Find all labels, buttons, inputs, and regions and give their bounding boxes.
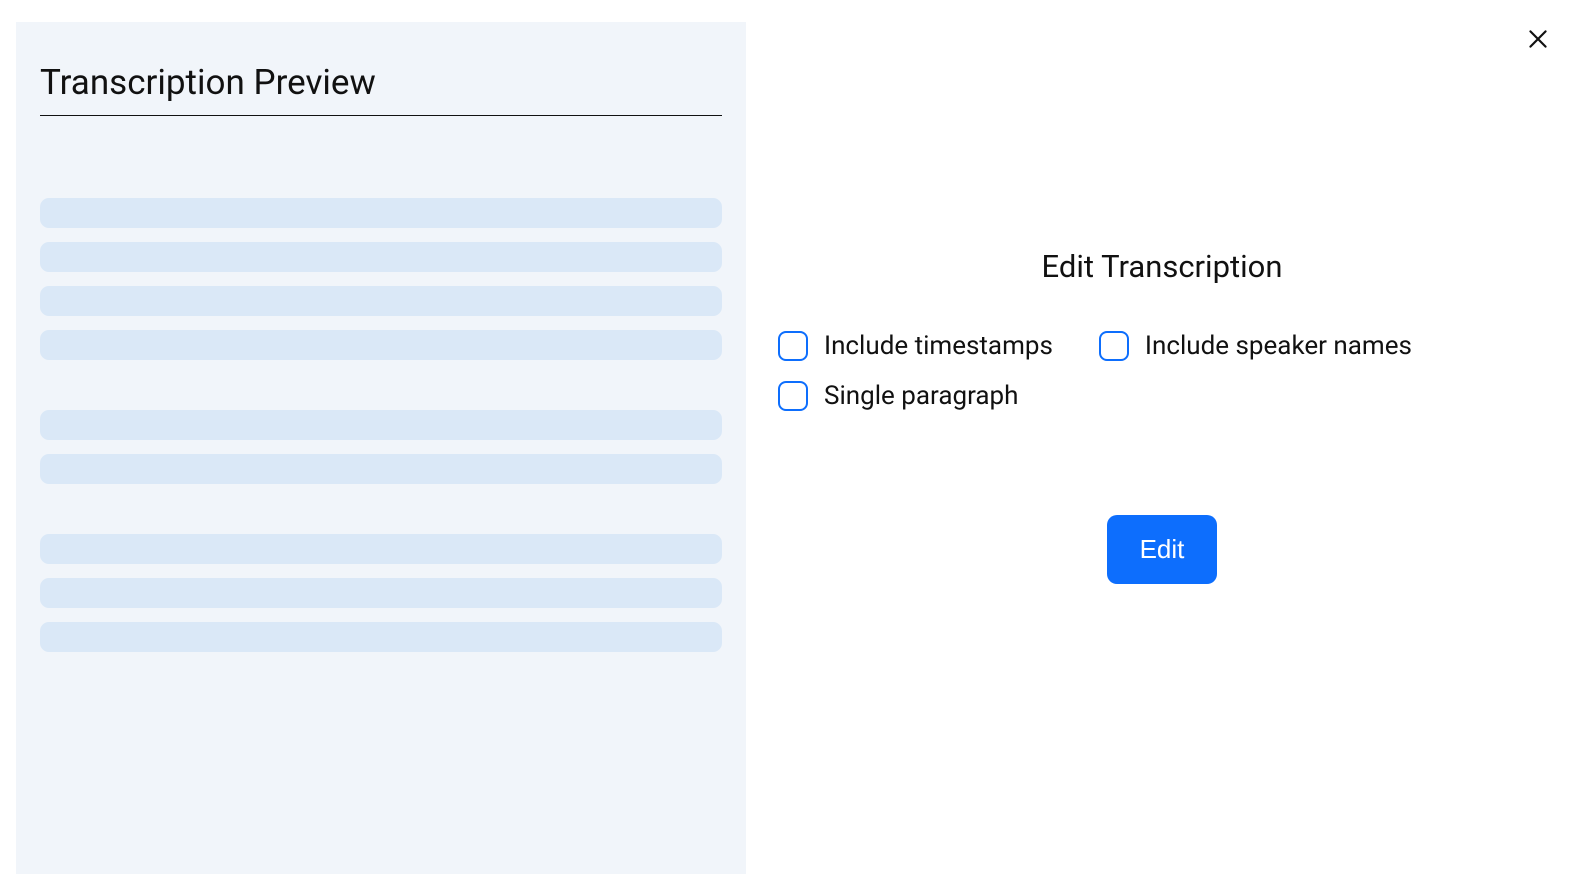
edit-title: Edit Transcription — [766, 248, 1558, 285]
dialog-container: Transcription Preview — [0, 0, 1578, 874]
checkbox-include-timestamps[interactable] — [778, 331, 808, 361]
option-include-timestamps: Include timestamps — [778, 331, 1053, 361]
placeholder-line — [40, 622, 722, 652]
placeholder-line — [40, 578, 722, 608]
option-single-paragraph: Single paragraph — [778, 381, 1018, 411]
edit-button[interactable]: Edit — [1107, 515, 1218, 584]
checkbox-single-paragraph[interactable] — [778, 381, 808, 411]
option-label: Single paragraph — [824, 381, 1018, 411]
placeholder-paragraph — [40, 198, 722, 360]
placeholder-paragraph — [40, 534, 722, 652]
option-include-speaker-names: Include speaker names — [1099, 331, 1412, 361]
edit-panel: Edit Transcription Include timestamps In… — [746, 0, 1578, 874]
transcription-preview-panel: Transcription Preview — [16, 22, 746, 874]
transcription-placeholder-content — [40, 198, 722, 652]
placeholder-line — [40, 454, 722, 484]
placeholder-paragraph — [40, 410, 722, 484]
close-icon — [1525, 26, 1551, 55]
options-container: Include timestamps Include speaker names… — [766, 331, 1558, 411]
placeholder-line — [40, 330, 722, 360]
preview-title: Transcription Preview — [40, 62, 722, 116]
placeholder-line — [40, 286, 722, 316]
placeholder-line — [40, 534, 722, 564]
placeholder-line — [40, 242, 722, 272]
option-label: Include timestamps — [824, 331, 1053, 361]
close-button[interactable] — [1522, 24, 1554, 56]
checkbox-include-speaker-names[interactable] — [1099, 331, 1129, 361]
placeholder-line — [40, 198, 722, 228]
option-label: Include speaker names — [1145, 331, 1412, 361]
placeholder-line — [40, 410, 722, 440]
